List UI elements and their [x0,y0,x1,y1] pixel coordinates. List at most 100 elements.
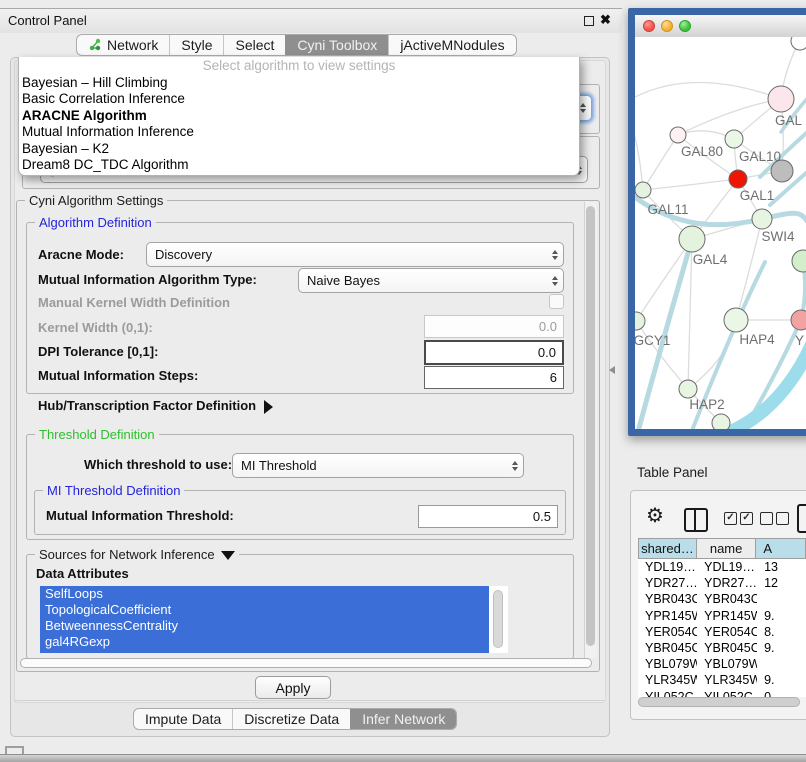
dropdown-item[interactable]: Basic Correlation Inference [19,91,579,107]
attribute-item[interactable]: SelfLoops [40,586,508,602]
document-icon[interactable] [797,504,806,533]
tab-style[interactable]: Style [169,35,223,55]
table-row[interactable]: YLR345WYLR345W9. [638,672,806,688]
tab-impute-data[interactable]: Impute Data [134,709,232,729]
dpi-tolerance-input[interactable]: 0.0 [424,340,564,365]
table-cell: YLR345W [697,672,757,688]
tab-label: Discretize Data [244,711,339,727]
node-label: GAL10 [739,149,781,164]
select-all-checkbox-icon[interactable]: ✓ [724,512,737,525]
table-cell: YDL19… [638,559,697,575]
dpi-tolerance-label: DPI Tolerance [0,1]: [38,344,158,359]
deselect-all-checkbox-icon[interactable] [760,512,773,525]
data-attributes-list[interactable]: SelfLoopsTopologicalCoefficientBetweenne… [40,586,508,653]
network-edge[interactable] [688,239,692,389]
table-row[interactable]: YER054CYER054C8. [638,624,806,640]
table-row[interactable]: YDR27…YDR27…12 [638,575,806,591]
mi-algorithm-type-combo[interactable]: Naive Bayes [298,268,564,293]
mi-threshold-label: Mutual Information Threshold: [46,508,234,523]
node-label: SWI4 [761,229,794,244]
gear-icon[interactable]: ⚙ [646,505,664,527]
tab-infer-network[interactable]: Infer Network [350,709,456,729]
dropdown-item[interactable]: Dream8 DC_TDC Algorithm [19,157,579,173]
node-gcy1[interactable] [635,312,645,330]
table-horizontal-scrollbar-thumb[interactable] [638,697,800,707]
select-all-checkbox-icon[interactable]: ✓ [740,512,753,525]
settings-horizontal-scrollbar-thumb[interactable] [20,658,592,668]
table-cell: YBL079W [638,656,697,672]
tab-network[interactable]: Network [77,35,169,55]
dropdown-item[interactable]: Bayesian – Hill Climbing [19,75,579,91]
node-label: Y [795,333,804,348]
apply-button[interactable]: Apply [255,676,331,699]
split-pane-icon[interactable] [684,508,708,532]
float-window-icon[interactable] [584,16,594,26]
tab-discretize-data[interactable]: Discretize Data [232,709,350,729]
dropdown-item[interactable]: ARACNE Algorithm [19,108,579,124]
node-gal4[interactable] [679,226,705,252]
network-window-titlebar[interactable] [635,15,806,38]
node-bottom[interactable] [712,414,730,429]
aracne-mode-value: Discovery [155,247,212,262]
zoom-traffic-light[interactable] [679,20,691,32]
sources-group-title[interactable]: Sources for Network Inference [35,547,239,562]
minimize-traffic-light[interactable] [661,20,673,32]
table-row[interactable]: YBR045CYBR045C9. [638,640,806,656]
table-row[interactable]: YBL079WYBL079W [638,656,806,672]
close-traffic-light[interactable] [643,20,655,32]
node-gal11[interactable] [635,182,651,198]
network-edge[interactable] [635,82,781,99]
tab-cyni-toolbox[interactable]: Cyni Toolbox [285,35,388,55]
manual-kernel-checkbox[interactable] [549,294,564,309]
node-swi4-green[interactable] [792,250,806,272]
deselect-all-checkbox-icon[interactable] [776,512,789,525]
node-gal-pink[interactable] [768,86,794,112]
node-unlabeled-top[interactable] [791,37,806,50]
table-header-cell[interactable]: A [756,538,806,559]
settings-group-title: Cyni Algorithm Settings [25,193,167,208]
network-edge[interactable] [636,321,688,389]
node-hap2[interactable] [679,380,697,398]
network-edge[interactable] [736,219,762,320]
tab-jactivemnodules[interactable]: jActiveMNodules [388,35,515,55]
node-gal80[interactable] [670,127,686,143]
aracne-mode-label: Aracne Mode: [38,247,124,262]
which-threshold-combo[interactable]: MI Threshold [232,453,524,478]
table-cell: 13 [757,559,806,575]
network-edge[interactable] [678,99,781,135]
close-icon[interactable]: ✖ [600,12,611,28]
mi-steps-input[interactable]: 6 [424,366,564,389]
dropdown-item[interactable]: Mutual Information Inference [19,124,579,140]
splitter-collapse-arrow[interactable] [609,366,615,374]
node-hap4[interactable] [724,308,748,332]
node-gal10[interactable] [725,130,743,148]
network-edge[interactable] [643,179,738,190]
dropdown-items: Bayesian – Hill ClimbingBasic Correlatio… [19,75,579,173]
table-row[interactable]: YBR043CYBR043C [638,591,806,607]
node-label: GAL11 [647,202,688,217]
network-edge[interactable] [643,135,678,190]
node-salmon[interactable] [791,310,806,330]
table-header-cell[interactable]: shared… [638,538,697,559]
mi-threshold-input[interactable]: 0.5 [418,505,558,528]
table-row[interactable]: YPR145WYPR145W9. [638,608,806,624]
node-gal1[interactable] [752,209,772,229]
attributes-scrollbar-thumb[interactable] [493,590,503,648]
table-header-cell[interactable]: name [697,538,756,559]
table-cell: YBR045C [697,640,757,656]
dropdown-item[interactable]: Bayesian – K2 [19,141,579,157]
node-table[interactable]: shared…nameAYDL19…YDL19…13YDR27…YDR27…12… [638,538,806,697]
attribute-item[interactable]: TopologicalCoefficient [40,602,508,618]
node-red[interactable] [729,170,747,188]
tab-select[interactable]: Select [223,35,285,55]
table-row[interactable]: YDL19…YDL19…13 [638,559,806,575]
attribute-item[interactable]: BetweennessCentrality [40,618,508,634]
network-canvas[interactable]: GALGAL80GAL10GAL1GAL11SWI4GAL4GCY1HAP4YH… [635,37,806,429]
table-row[interactable]: YIL052CYIL052C0. [638,689,806,697]
settings-vertical-scrollbar-thumb[interactable] [586,206,595,646]
table-cell: YBR045C [638,640,697,656]
hub-factor-definition-toggle[interactable]: Hub/Transcription Factor Definition [38,398,273,414]
aracne-mode-combo[interactable]: Discovery [146,242,564,267]
network-edge[interactable] [636,239,692,321]
attribute-item[interactable]: gal4RGexp [40,634,508,650]
